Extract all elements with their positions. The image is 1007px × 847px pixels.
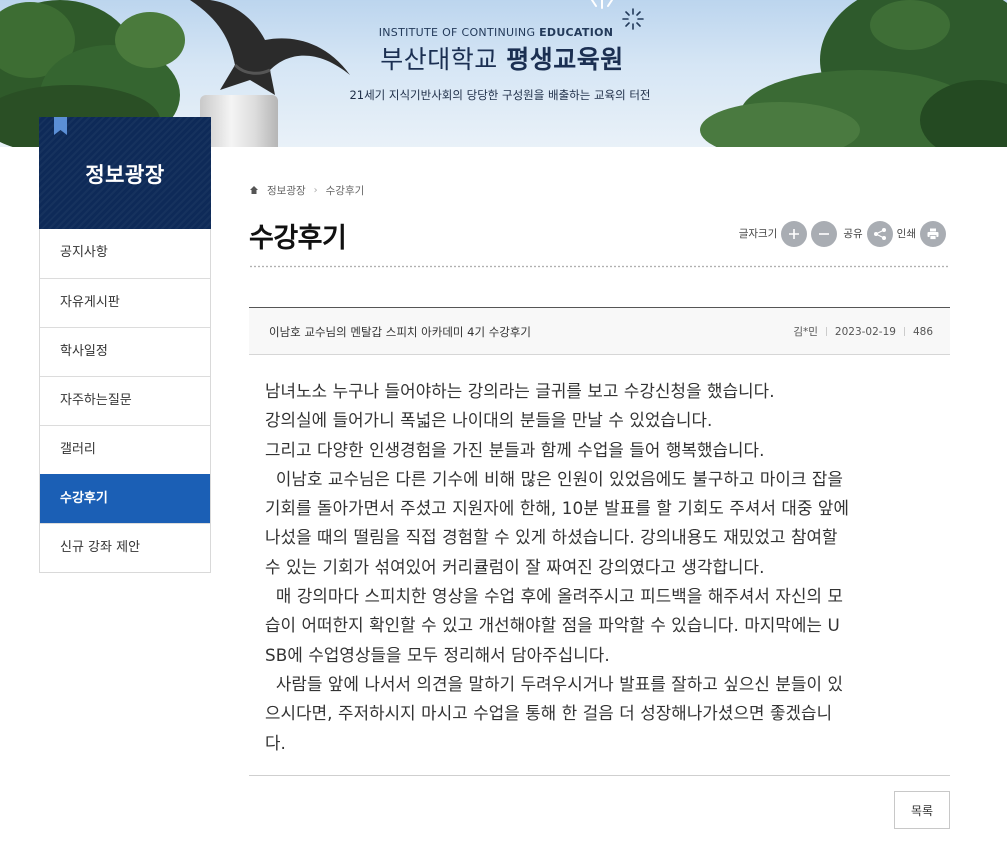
- breadcrumb: 정보광장 › 수강후기: [249, 183, 364, 197]
- sidebar-menu: 공지사항 자유게시판 학사일정 자주하는질문 갤러리 수강후기 신규 강좌 제안: [39, 229, 211, 573]
- chevron-right-icon: ›: [313, 184, 318, 196]
- minus-icon: [819, 232, 830, 235]
- sidebar-item-notice[interactable]: 공지사항: [40, 229, 210, 278]
- post-title: 이남호 교수님의 멘탈갑 스피치 아카데미 4기 수강후기: [269, 325, 532, 339]
- sidebar-item-gallery[interactable]: 갤러리: [40, 425, 210, 474]
- plus-icon: [789, 228, 800, 239]
- page-tools: 글자크기 공유 인쇄: [739, 220, 950, 247]
- post-line: SB에 수업영상들을 모두 정리해서 담아주십니다.: [265, 644, 610, 665]
- share-label: 공유: [843, 228, 863, 240]
- post-line: 매 강의마다 스피치한 영상을 수업 후에 올려주시고 피드백을 해주셔서 자신…: [265, 586, 843, 607]
- page-title: 수강후기: [249, 223, 347, 254]
- breadcrumb-item[interactable]: 정보광장: [267, 183, 306, 198]
- share-button[interactable]: [866, 220, 893, 247]
- post-line: 사람들 앞에 나서서 의견을 말하기 두려우시거나 발표를 잘하고 싶으신 분들…: [265, 673, 843, 694]
- share-icon: [873, 227, 886, 240]
- bookmark-icon: [54, 117, 67, 135]
- post-line: 남녀노소 누구나 들어야하는 강의라는 글귀를 보고 수강신청을 했습니다.: [265, 381, 775, 401]
- institute-slogan: 21세기 지식기반사회의 당당한 구성원을 배출하는 교육의 터전: [349, 88, 651, 102]
- post-views: 486: [912, 325, 933, 338]
- post-footer-divider: [249, 775, 950, 776]
- post-meta: 김*민 2023-02-19 486: [793, 324, 933, 339]
- font-size-label: 글자크기: [738, 228, 778, 240]
- logo-sun-icon: [591, 0, 613, 9]
- zoom-in-button[interactable]: [781, 220, 808, 247]
- post-line: 나섰을 때의 떨림을 직접 경험할 수 있게 하셨습니다. 강의내용도 재밌었고…: [265, 527, 838, 548]
- post-body: 남녀노소 누구나 들어야하는 강의라는 글귀를 보고 수강신청을 했습니다. 강…: [265, 377, 941, 758]
- printer-icon: [927, 228, 939, 240]
- title-divider: [249, 265, 950, 268]
- sidebar-item-course-reviews[interactable]: 수강후기: [40, 474, 210, 523]
- post-header: 이남호 교수님의 멘탈갑 스피치 아카데미 4기 수강후기 김*민 2023-0…: [249, 307, 950, 355]
- zoom-out-button[interactable]: [811, 220, 838, 247]
- home-icon[interactable]: [249, 185, 259, 195]
- logo-spark-icon: [622, 8, 644, 30]
- institute-name-ko: 부산대학교 평생교육원: [380, 45, 624, 74]
- print-button[interactable]: [920, 220, 946, 247]
- sidebar-item-free-board[interactable]: 자유게시판: [40, 278, 210, 327]
- meta-divider: [903, 327, 905, 336]
- post-line: 다.: [265, 732, 286, 753]
- pine-tree-right-image: [700, 0, 1007, 147]
- sidebar-item-faq[interactable]: 자주하는질문: [40, 376, 210, 425]
- sidebar-title: 정보광장: [85, 163, 165, 187]
- post-line: 강의실에 들어가니 폭넓은 나이대의 분들을 만날 수 있었습니다.: [265, 410, 713, 431]
- post-line: 수 있는 기회가 섞여있어 커리큘럼이 잘 짜여진 강의였다고 생각합니다.: [265, 556, 765, 577]
- sidebar-header: 정보광장: [39, 117, 211, 229]
- post-line: 으시다면, 주저하시지 마시고 수업을 통해 한 걸음 더 성장해나가셨으면 좋…: [265, 703, 833, 724]
- meta-divider: [825, 327, 827, 336]
- breadcrumb-item[interactable]: 수강후기: [326, 183, 365, 198]
- list-button[interactable]: 목록: [894, 791, 950, 829]
- post-line: 습이 어떠한지 확인할 수 있고 개선해야할 점을 파악할 수 있습니다. 마지…: [265, 615, 840, 636]
- post-line: 기회를 돌아가면서 주셨고 지원자에 한해, 10분 발표를 할 기회도 주셔서…: [265, 498, 850, 519]
- sidebar-item-academic-calendar[interactable]: 학사일정: [40, 327, 210, 376]
- print-label: 인쇄: [896, 228, 916, 240]
- post-date: 2023-02-19: [834, 325, 896, 338]
- post-line: 이남호 교수님은 다른 기수에 비해 많은 인원이 있었음에도 불구하고 마이크…: [265, 468, 843, 489]
- post-line: 그리고 다양한 인생경험을 가진 분들과 함께 수업을 들어 행복했습니다.: [265, 439, 765, 460]
- sidebar-item-new-course-proposal[interactable]: 신규 강좌 제안: [40, 523, 210, 572]
- post-author: 김*민: [793, 326, 818, 338]
- institute-name-en: INSTITUTE OF CONTINUING EDUCATION: [378, 26, 614, 39]
